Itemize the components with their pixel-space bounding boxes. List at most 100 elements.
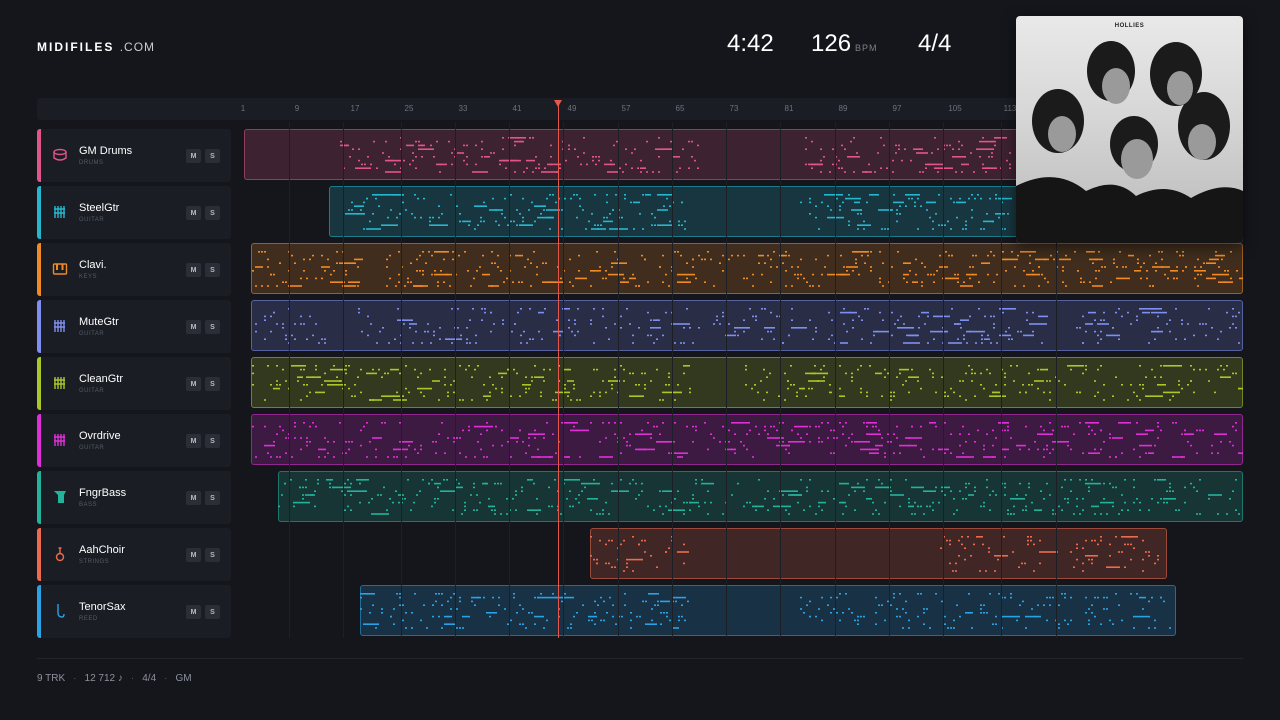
playhead[interactable]	[554, 100, 562, 638]
midi-note	[1227, 270, 1229, 272]
midi-note	[1085, 482, 1101, 485]
mute-button[interactable]: M	[186, 206, 201, 220]
solo-button[interactable]: S	[205, 434, 220, 448]
midi-note	[569, 490, 571, 492]
solo-button[interactable]: S	[205, 320, 220, 334]
midi-note	[632, 536, 634, 538]
midi-note	[1194, 277, 1196, 280]
midi-note	[1049, 452, 1051, 454]
midi-note	[986, 612, 988, 614]
solo-button[interactable]: S	[205, 263, 220, 277]
mute-button[interactable]: M	[186, 434, 201, 448]
mute-button[interactable]: M	[186, 605, 201, 619]
midi-note	[843, 266, 845, 268]
midi-note	[978, 281, 980, 283]
midi-note	[258, 251, 260, 253]
midi-note	[459, 213, 461, 215]
track-name: GM Drums	[79, 145, 133, 157]
midi-note	[1067, 444, 1069, 447]
midi-note	[1059, 258, 1071, 261]
midi-note	[446, 273, 448, 276]
midi-clip[interactable]	[278, 471, 1243, 522]
midi-note	[864, 262, 866, 264]
track-header[interactable]: MuteGtr GUITAR M S	[37, 300, 231, 353]
midi-note	[563, 479, 580, 481]
midi-note	[1157, 327, 1159, 329]
mute-button[interactable]: M	[186, 263, 201, 277]
midi-note	[1098, 251, 1100, 253]
midi-note	[668, 376, 670, 378]
midi-note	[506, 498, 508, 500]
midi-note	[785, 251, 787, 253]
midi-note	[479, 266, 481, 268]
midi-clip[interactable]	[251, 300, 1243, 351]
midi-note	[302, 494, 304, 496]
midi-note	[964, 558, 966, 561]
midi-note	[788, 452, 790, 454]
midi-note	[602, 513, 604, 515]
midi-note	[1017, 254, 1019, 257]
solo-button[interactable]: S	[205, 491, 220, 505]
midi-note	[315, 368, 317, 371]
midi-note	[512, 281, 514, 283]
guitar-icon	[52, 375, 68, 391]
midi-clip[interactable]	[590, 528, 1167, 579]
mute-button[interactable]: M	[186, 377, 201, 391]
midi-note	[515, 509, 517, 511]
midi-note	[372, 437, 382, 439]
ruler-tick-label: 1	[240, 104, 246, 113]
track-header[interactable]: AahChoir STRINGS M S	[37, 528, 231, 581]
midi-note	[969, 266, 971, 268]
midi-note	[848, 494, 850, 496]
midi-clip[interactable]	[251, 243, 1243, 294]
midi-note	[995, 391, 997, 394]
track-header[interactable]: GM Drums DRUMS M S	[37, 129, 231, 182]
mute-button[interactable]: M	[186, 491, 201, 505]
midi-note	[1127, 536, 1129, 538]
midi-note	[1091, 612, 1093, 614]
midi-note	[683, 543, 685, 546]
midi-note	[434, 251, 449, 253]
midi-note	[605, 270, 607, 272]
midi-note	[614, 323, 616, 325]
mute-button[interactable]: M	[186, 548, 201, 562]
midi-note	[1046, 596, 1048, 599]
solo-button[interactable]: S	[205, 149, 220, 163]
midi-note	[527, 479, 533, 481]
solo-button[interactable]: S	[205, 548, 220, 562]
midi-note	[630, 627, 632, 629]
midi-note	[860, 365, 862, 367]
midi-note	[926, 505, 928, 508]
midi-note	[606, 216, 608, 219]
solo-button[interactable]: S	[205, 377, 220, 391]
note-pattern	[590, 536, 1159, 572]
track-header[interactable]: FngrBass BASS M S	[37, 471, 231, 524]
midi-note	[501, 213, 503, 215]
midi-note	[418, 148, 434, 150]
track-header[interactable]: Clavi. KEYS M S	[37, 243, 231, 296]
midi-note	[842, 433, 844, 435]
midi-note	[710, 433, 712, 435]
solo-button[interactable]: S	[205, 206, 220, 220]
midi-note	[1121, 551, 1123, 553]
midi-note	[393, 456, 395, 458]
mute-button[interactable]: M	[186, 149, 201, 163]
midi-clip[interactable]	[251, 414, 1243, 465]
midi-note	[444, 368, 446, 371]
mute-button[interactable]: M	[186, 320, 201, 334]
track-header[interactable]: TenorSax REED M S	[37, 585, 231, 638]
midi-note	[613, 144, 615, 147]
midi-clip[interactable]	[251, 357, 1243, 408]
track-header[interactable]: SteelGtr GUITAR M S	[37, 186, 231, 239]
midi-note	[387, 456, 389, 458]
midi-note	[372, 213, 374, 215]
solo-button[interactable]: S	[205, 605, 220, 619]
midi-note	[532, 338, 534, 340]
midi-clip[interactable]	[360, 585, 1176, 636]
midi-note	[594, 600, 596, 603]
track-header[interactable]: Ovrdrive GUITAR M S	[37, 414, 231, 467]
midi-note	[605, 277, 607, 280]
playhead-handle[interactable]	[554, 100, 562, 107]
track-header[interactable]: CleanGtr GUITAR M S	[37, 357, 231, 410]
midi-note	[983, 456, 996, 458]
